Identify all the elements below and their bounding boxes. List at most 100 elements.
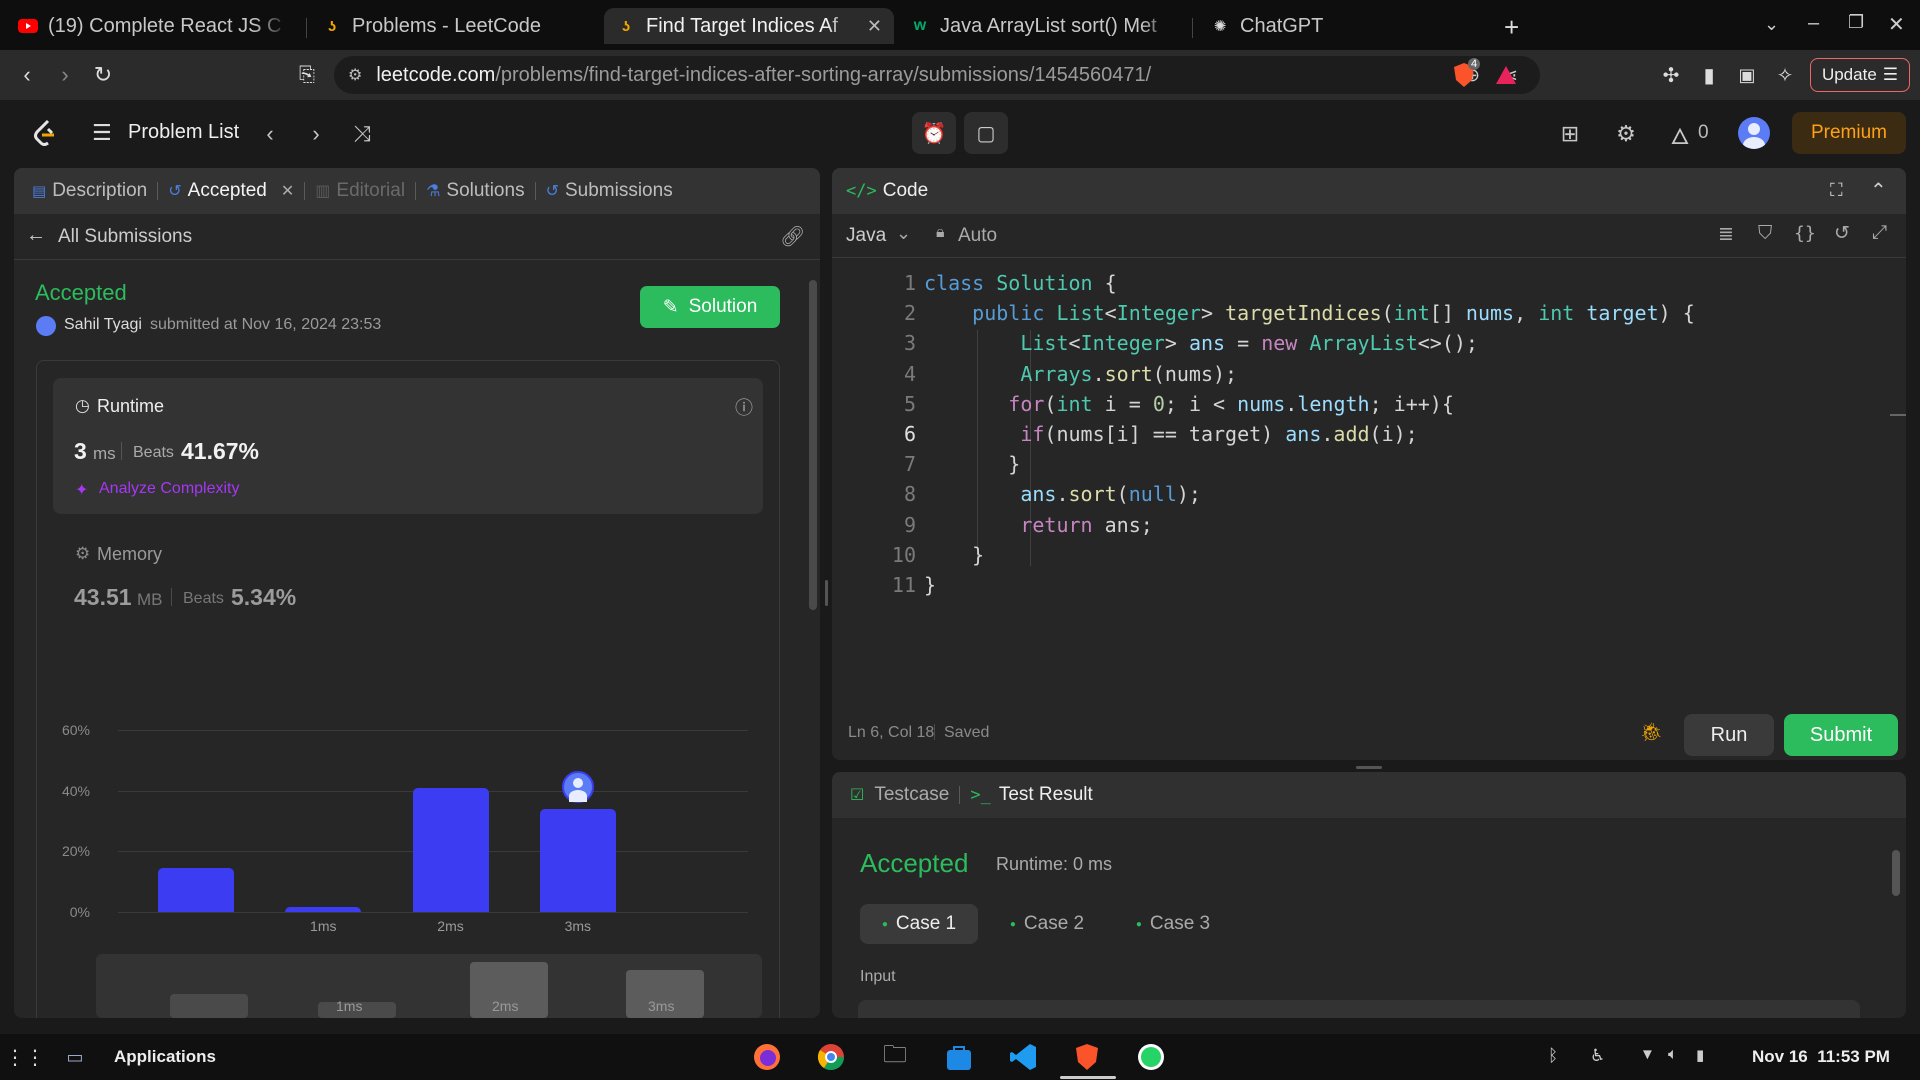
whatsapp-icon[interactable] [1134,1040,1168,1074]
case-tab-2[interactable]: ● Case 2 [992,904,1102,944]
problem-list-link[interactable]: Problem List [128,121,239,144]
files-window-icon[interactable]: ▭ [58,1040,92,1074]
bluetooth-icon[interactable]: ᛒ [1548,1046,1558,1066]
format-icon[interactable]: ≣ [1718,223,1734,246]
chart-gridline [118,730,748,731]
chevron-down-icon[interactable]: ⌄ [896,223,911,244]
notes-button[interactable]: ▢ [964,112,1008,154]
note-icon: ▢ [976,122,996,145]
back-icon[interactable]: ‹ [12,60,42,90]
brave-rewards-icon[interactable] [1494,63,1518,92]
chrome-icon[interactable] [814,1040,848,1074]
chart-bar[interactable] [158,868,234,912]
browser-tab[interactable]: ✺ ChatGPT [1198,8,1488,44]
scrollbar-thumb[interactable] [809,280,817,610]
scrollbar[interactable] [808,264,818,1018]
update-button[interactable]: Update ☰ [1810,58,1910,92]
extensions-icon[interactable]: ✣ [1656,60,1686,90]
close-tab-icon[interactable]: ✕ [867,16,882,37]
language-select[interactable]: Java [846,225,886,247]
chatgpt-icon: ✺ [1213,18,1227,35]
brave-icon[interactable] [1070,1040,1104,1074]
reset-icon[interactable]: ↺ [1834,222,1850,245]
x-tick-label: 2ms [437,918,464,934]
battery-icon[interactable]: ▮ [1696,1046,1704,1064]
browser-tab-active[interactable]: ʖ Find Target Indices Af ✕ [604,8,894,44]
timer-button[interactable]: ⏰ [912,112,956,154]
line-number: 6 [903,422,916,446]
layout-grid-icon[interactable]: ⊞ [1556,120,1584,148]
submit-button[interactable]: Submit [1784,714,1898,756]
case-tab-1[interactable]: ● Case 1 [860,904,978,944]
x-tick-label: 3ms [564,918,592,934]
brave-shield-icon[interactable]: 4 [1452,58,1481,88]
browser-tab[interactable]: w Java ArrayList sort() Met [898,8,1188,44]
vscode-icon[interactable] [1006,1040,1040,1074]
fullscreen-icon[interactable]: ⛶ [1830,180,1843,201]
address-bar[interactable]: ⚙ leetcode.com/problems/find-target-indi… [334,56,1540,94]
line-number: 3 [903,331,916,356]
app-grid-icon[interactable]: ⋮⋮ [5,1040,45,1074]
bookmark-icon[interactable]: ⎘ [292,60,322,90]
input-box[interactable] [858,1000,1860,1018]
expand-icon[interactable]: ⤢ [1872,222,1887,244]
streak-fire-icon[interactable]: 🜂 [1666,120,1694,149]
line-number: 8 [903,482,916,507]
mini-overview-chart[interactable]: 1ms 2ms 3ms [96,954,762,1018]
scrollbar-thumb[interactable] [1892,850,1900,896]
chart-bar[interactable] [412,787,489,912]
leetcode-logo-icon[interactable] [30,118,60,148]
code-panel-header: </> Code ⛶ ⌃ [832,168,1906,214]
braces-icon[interactable]: {} [1794,223,1816,244]
wifi-icon[interactable]: ▼ [1640,1046,1655,1063]
tab-testcase[interactable]: Testcase [874,784,949,806]
browser-tab-strip: (19) Complete React JS C ʖ Problems - Le… [0,0,1920,50]
sidebar-icon[interactable]: ▮ [1694,60,1724,90]
active-app-indicator [1060,1076,1116,1079]
panel-resize-handle-vertical[interactable] [825,580,828,606]
browser-tab[interactable]: (19) Complete React JS C [6,8,302,44]
test-scrollbar[interactable] [1890,832,1902,1012]
browser-tab[interactable]: ʖ Problems - LeetCode [310,8,600,44]
minimize-icon[interactable]: – [1808,12,1819,35]
leo-ai-icon[interactable]: ✧ [1770,60,1800,90]
file-manager-icon[interactable]: 🗀︎ [878,1040,912,1074]
store-icon[interactable] [942,1040,976,1074]
browser-toolbar: ‹ › ↻ ⎘ ⚙ leetcode.com/problems/find-tar… [0,50,1920,100]
wallet-icon[interactable]: ▣ [1732,60,1762,90]
code-editor[interactable]: class Solution { public List<Integer> ta… [924,268,1695,600]
site-settings-icon[interactable]: ⚙ [348,65,362,85]
case-tab-3[interactable]: ● Case 3 [1118,904,1228,944]
accessibility-icon[interactable]: ♿︎ [1590,1046,1605,1066]
shuffle-icon[interactable]: ⤨ [348,120,376,148]
reload-icon[interactable]: ↻ [88,60,118,90]
volume-icon[interactable]: 🔈︎ [1668,1046,1678,1064]
collapse-icon[interactable]: ⌃ [1870,178,1887,203]
restore-icon[interactable]: ❐ [1848,12,1864,33]
tab-title: (19) Complete React JS C [48,14,282,37]
alarm-icon: ⏰ [921,122,947,145]
chart-bar[interactable] [539,809,616,912]
tab-search-chevron-icon[interactable]: ⌄ [1764,14,1779,35]
firefox-icon[interactable] [750,1040,784,1074]
mode-label[interactable]: Auto [958,225,997,247]
prev-problem-icon[interactable]: ‹ [256,120,284,148]
run-button[interactable]: Run [1684,714,1774,756]
chart-bar[interactable] [285,906,362,912]
editor-toolbar: Java ⌄ 🔒︎ Auto ≣ ⛉ {} ↺ ⤢ [832,214,1906,258]
bookmark-icon[interactable]: ⛉ [1758,223,1772,245]
forward-icon[interactable]: › [50,60,80,90]
next-problem-icon[interactable]: › [302,120,330,148]
tab-test-result[interactable]: Test Result [999,784,1093,806]
new-tab-button[interactable]: + [1504,12,1519,43]
close-window-icon[interactable]: ✕ [1888,12,1905,37]
settings-icon[interactable]: ⚙ [1612,120,1640,148]
chart-gridline [118,912,748,913]
debug-icon[interactable]: 🐞︎ [1640,722,1663,743]
panel-resize-handle[interactable] [1356,766,1382,769]
applications-menu[interactable]: Applications [114,1047,216,1067]
y-tick-label: 0% [69,904,90,920]
avatar[interactable] [1738,117,1770,149]
clock[interactable]: Nov 16 11:53 PM [1752,1047,1890,1067]
premium-button[interactable]: Premium [1792,112,1906,154]
